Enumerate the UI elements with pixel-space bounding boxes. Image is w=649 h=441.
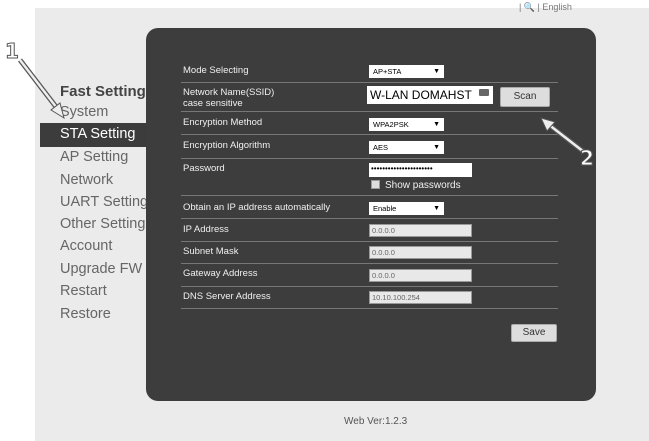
encryption-algorithm-label: Encryption Algorithm [183, 140, 271, 151]
ip-address-label: IP Address [183, 224, 229, 235]
sidebar-item-upgrade-fw[interactable]: Upgrade FW [60, 261, 142, 277]
ssid-label: Network Name(SSID) [183, 87, 275, 98]
sidebar-item-ap-setting[interactable]: AP Setting [60, 149, 128, 165]
divider [181, 195, 558, 196]
subnet-mask-label: Subnet Mask [183, 246, 239, 257]
divider [181, 218, 558, 219]
subnet-mask-input[interactable]: 0.0.0.0 [369, 246, 472, 259]
sidebar-item-network[interactable]: Network [60, 172, 113, 188]
divider [181, 111, 558, 112]
dns-input[interactable]: 10.10.100.254 [369, 291, 472, 304]
ssid-sublabel: case sensitive [183, 98, 243, 109]
ip-address-input[interactable]: 0.0.0.0 [369, 224, 472, 237]
chevron-down-icon: ▼ [433, 121, 440, 128]
password-label: Password [183, 163, 225, 174]
divider [181, 286, 558, 287]
encryption-method-value: WPA2PSK [373, 120, 409, 129]
gateway-input[interactable]: 0.0.0.0 [369, 269, 472, 282]
sidebar-item-fast-setting[interactable]: Fast Setting [60, 83, 146, 100]
scan-button[interactable]: Scan [500, 87, 550, 107]
encryption-algorithm-select[interactable]: AES ▼ [369, 141, 444, 154]
divider [181, 263, 558, 264]
show-passwords-label: Show passwords [385, 180, 461, 191]
chevron-down-icon: ▼ [433, 144, 440, 151]
chevron-down-icon: ▼ [433, 68, 440, 75]
chevron-down-icon: ▼ [433, 205, 440, 212]
divider [181, 241, 558, 242]
show-passwords-checkbox[interactable] [371, 180, 380, 189]
gateway-label: Gateway Address [183, 268, 258, 279]
encryption-method-select[interactable]: WPA2PSK ▼ [369, 118, 444, 131]
callout-number-2: 2 [580, 146, 595, 171]
sidebar-item-sta-setting[interactable]: STA Setting [40, 123, 146, 147]
divider [181, 82, 558, 83]
ssid-value: W-LAN DOMAHST [370, 88, 472, 102]
sidebar-item-system[interactable]: System [60, 104, 108, 120]
password-input[interactable]: •••••••••••••••••••••• [369, 163, 472, 177]
divider [181, 134, 558, 135]
save-button[interactable]: Save [511, 324, 557, 342]
dhcp-label: Obtain an IP address automatically [183, 202, 331, 213]
sidebar-item-account[interactable]: Account [60, 238, 112, 254]
sidebar-item-restore[interactable]: Restore [60, 306, 111, 322]
sidebar-item-uart-setting[interactable]: UART Setting [60, 194, 148, 210]
language-selector[interactable]: | 🔍 | English [519, 2, 572, 13]
mode-select[interactable]: AP+STA ▼ [369, 65, 444, 78]
divider [181, 308, 558, 309]
ssid-input[interactable]: W-LAN DOMAHST [367, 86, 493, 104]
sidebar-item-label: STA Setting [60, 126, 136, 142]
version-text: Web Ver:1.2.3 [344, 416, 408, 427]
mode-label: Mode Selecting [183, 65, 249, 76]
dhcp-select[interactable]: Enable ▼ [369, 202, 444, 215]
keyboard-icon [479, 89, 489, 96]
callout-number-1: 1 [5, 39, 20, 64]
divider [181, 158, 558, 159]
sidebar-item-restart[interactable]: Restart [60, 283, 107, 299]
mode-value: AP+STA [373, 67, 402, 76]
password-value: •••••••••••••••••••••• [371, 164, 433, 173]
settings-panel: Mode Selecting AP+STA ▼ Network Name(SSI… [146, 28, 596, 401]
dhcp-value: Enable [373, 204, 397, 213]
encryption-algorithm-value: AES [373, 143, 389, 152]
sidebar-item-other-setting[interactable]: Other Setting [60, 216, 145, 232]
dns-label: DNS Server Address [183, 291, 271, 302]
encryption-method-label: Encryption Method [183, 117, 263, 128]
